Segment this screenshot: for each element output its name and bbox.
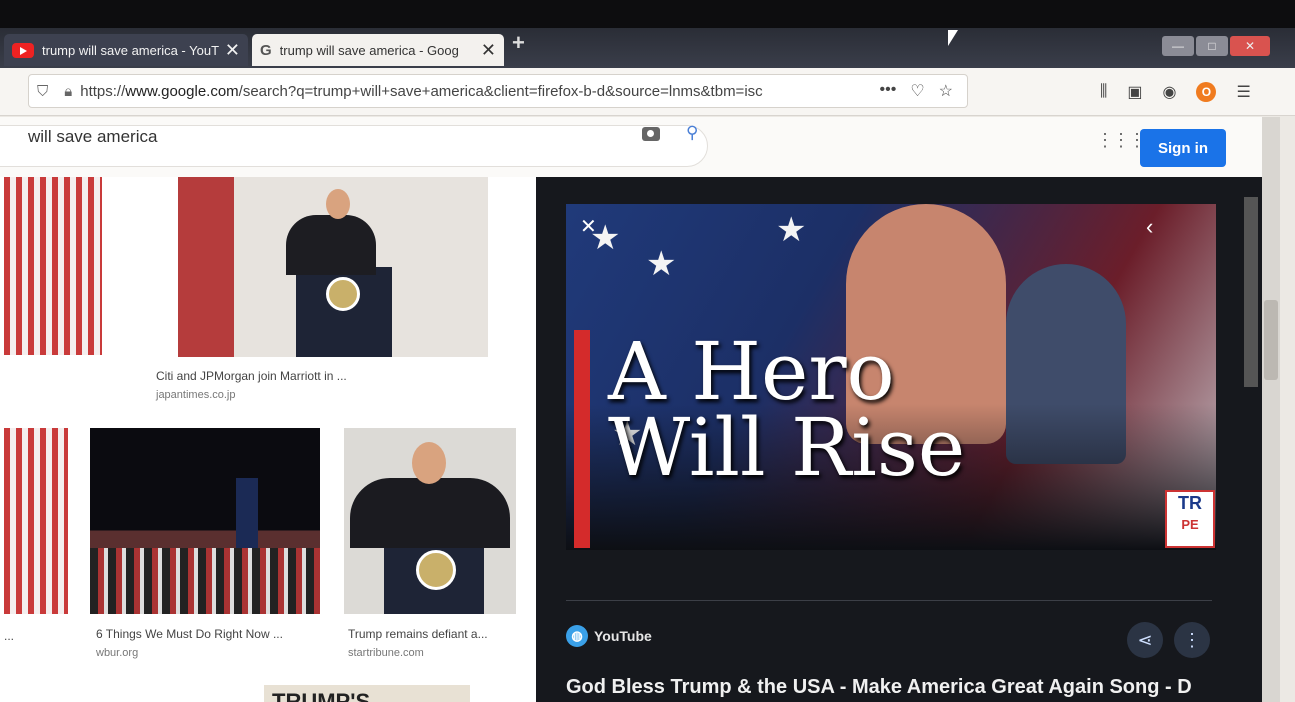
camera-search-icon[interactable]: [642, 127, 660, 141]
result-caption[interactable]: Citi and JPMorgan join Marriott in ...: [156, 369, 347, 383]
mouse-cursor-icon: [948, 30, 958, 46]
extension-icon[interactable]: O: [1196, 82, 1217, 102]
crowd: [90, 548, 320, 614]
apps-grid-icon[interactable]: ⋮⋮⋮: [1096, 131, 1146, 149]
search-input[interactable]: will save america: [28, 127, 157, 147]
more-actions-button[interactable]: •••: [880, 81, 897, 101]
scrollbar-thumb[interactable]: [1264, 300, 1278, 380]
speaker-figure: [286, 215, 376, 275]
tab-title: trump will save america - Goog: [279, 42, 459, 58]
speaker-head: [326, 189, 350, 219]
globe-icon: ◍: [566, 625, 588, 647]
close-tab-icon[interactable]: ✕: [481, 40, 496, 61]
pocket-icon[interactable]: ♡: [910, 81, 924, 101]
image-thumbnail[interactable]: TRUMP'S: [264, 685, 470, 702]
video-title[interactable]: God Bless Trump & the USA - Make America…: [566, 676, 1192, 699]
red-bar: [574, 330, 590, 548]
lock-icon: 🔒︎: [64, 82, 73, 100]
monitor-bezel: [0, 0, 1295, 30]
close-window-button[interactable]: ✕: [1230, 36, 1270, 56]
panel-scrollbar[interactable]: [1244, 197, 1258, 387]
sign-in-button[interactable]: Sign in: [1140, 129, 1226, 167]
result-caption: ...: [4, 629, 15, 643]
tab-bar: trump will save america - YouT ✕ G trump…: [0, 28, 1295, 68]
result-source: wbur.org: [96, 647, 139, 659]
thumbnail-text: TRUMP'S: [272, 689, 371, 702]
close-icon[interactable]: ✕: [580, 214, 597, 239]
shield-icon: ⛉: [37, 82, 49, 100]
google-header: will save america ⚲ ⋮⋮⋮ Sign in: [0, 117, 1262, 177]
search-icon[interactable]: ⚲: [686, 123, 698, 143]
source-chip[interactable]: ◍ YouTube: [566, 620, 652, 652]
address-bar[interactable]: ⛉ 🔒︎ https://www.google.com/search?q=tru…: [28, 74, 968, 108]
more-options-button[interactable]: ⋮: [1174, 622, 1210, 658]
url-domain: www.google.com: [125, 82, 239, 100]
presidential-seal-icon: [326, 277, 360, 311]
tab-youtube[interactable]: trump will save america - YouT ✕: [4, 34, 248, 66]
url-path: /search?q=trump+will+save+america&client…: [238, 82, 763, 100]
tab-google[interactable]: G trump will save america - Goog ✕: [252, 34, 504, 66]
window-controls: — □ ✕: [1162, 36, 1270, 56]
star-icon: ★: [776, 211, 807, 249]
maximize-button[interactable]: □: [1196, 36, 1228, 56]
hero-title-line: Will Rise: [608, 401, 966, 494]
new-tab-button[interactable]: +: [512, 30, 525, 56]
source-name: YouTube: [594, 628, 652, 644]
presidential-seal-icon: [416, 550, 456, 590]
tab-title: trump will save america - YouT: [42, 42, 219, 58]
sidebar-icon[interactable]: ▣: [1127, 82, 1142, 102]
result-source: japantimes.co.jp: [156, 389, 236, 401]
badge-text: PE: [1181, 517, 1199, 532]
share-button[interactable]: ⋖: [1127, 622, 1163, 658]
speaker-head: [412, 442, 446, 484]
result-caption[interactable]: 6 Things We Must Do Right Now ...: [96, 627, 283, 641]
star-icon: ★: [646, 245, 677, 283]
page-scrollbar[interactable]: [1262, 117, 1280, 702]
campaign-badge: TR PE: [1165, 490, 1215, 548]
result-caption[interactable]: Trump remains defiant a...: [348, 627, 488, 641]
close-tab-icon[interactable]: ✕: [225, 40, 240, 61]
library-icon[interactable]: ⫼: [1100, 83, 1107, 101]
image-thumbnail[interactable]: [344, 428, 516, 614]
google-icon: G: [260, 41, 272, 59]
youtube-icon: [12, 42, 34, 58]
image-thumbnail[interactable]: [4, 177, 102, 355]
bookmark-star-icon[interactable]: ☆: [939, 81, 953, 101]
minimize-button[interactable]: —: [1162, 36, 1194, 56]
url-scheme: https://: [80, 82, 126, 100]
account-icon[interactable]: ◉: [1163, 82, 1177, 102]
share-icon: ⋖: [1137, 629, 1153, 650]
kebab-icon: ⋮: [1183, 629, 1201, 650]
chevron-left-icon[interactable]: ‹: [1146, 214, 1153, 240]
page-actions: ••• ♡ ☆: [880, 81, 954, 101]
result-source: startribune.com: [348, 647, 424, 659]
screen: trump will save america - YouT ✕ G trump…: [0, 0, 1295, 702]
image-thumbnail[interactable]: [178, 177, 488, 357]
image-results: Citi and JPMorgan join Marriott in ... j…: [0, 177, 536, 702]
divider: [566, 600, 1212, 601]
navigation-bar: ⛉ 🔒︎ https://www.google.com/search?q=tru…: [0, 68, 1295, 116]
toolbar: ⫼ ▣ ◉ O ☰: [1100, 82, 1251, 102]
badge-text: TR: [1178, 493, 1202, 513]
image-thumbnail[interactable]: [4, 428, 68, 614]
hero-title: A Hero Will Rise: [608, 325, 966, 494]
speaker-figure: [350, 478, 510, 548]
preview-image[interactable]: ★ ★ ★ ★ A Hero Will Rise: [566, 204, 1216, 550]
menu-icon[interactable]: ☰: [1236, 82, 1250, 102]
hero-title-line: A Hero: [608, 325, 895, 418]
url-text: https://www.google.com/search?q=trump+wi…: [80, 83, 879, 100]
image-thumbnail[interactable]: [90, 428, 320, 614]
